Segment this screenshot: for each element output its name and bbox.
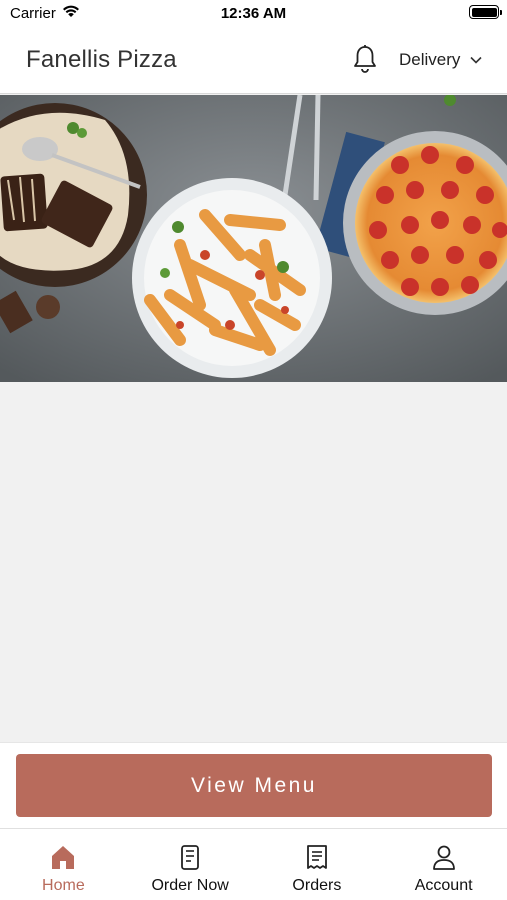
tab-order-now[interactable]: Order Now bbox=[127, 829, 254, 900]
delivery-selector[interactable]: Delivery bbox=[399, 50, 482, 70]
page-title: Fanellis Pizza bbox=[26, 46, 177, 73]
tab-home[interactable]: Home bbox=[0, 829, 127, 900]
bell-icon[interactable] bbox=[352, 44, 378, 74]
food-banner-image bbox=[0, 95, 507, 382]
cta-bar: View Menu bbox=[0, 742, 507, 828]
order-icon bbox=[181, 845, 200, 870]
tab-label-home: Home bbox=[42, 877, 85, 894]
tab-label-order-now: Order Now bbox=[151, 877, 229, 894]
tab-label-account: Account bbox=[414, 877, 473, 894]
app-screen: Carrier 12:36 AM Fanellis Pizza Delivery bbox=[0, 0, 507, 900]
tab-orders[interactable]: Orders bbox=[254, 829, 381, 900]
home-icon bbox=[52, 846, 75, 869]
battery-icon bbox=[469, 5, 502, 19]
receipt-icon bbox=[306, 845, 327, 869]
tab-label-orders: Orders bbox=[292, 877, 342, 894]
status-bar: Carrier 12:36 AM bbox=[0, 0, 507, 26]
hero-banner bbox=[0, 95, 507, 382]
view-menu-button[interactable]: View Menu bbox=[16, 754, 492, 817]
tab-bar: Home Order Now Orders Account bbox=[0, 828, 507, 900]
chevron-down-icon bbox=[470, 56, 482, 64]
person-icon bbox=[432, 845, 455, 870]
app-header: Fanellis Pizza Delivery bbox=[0, 26, 507, 94]
tab-account[interactable]: Account bbox=[380, 829, 507, 900]
delivery-label: Delivery bbox=[399, 50, 461, 69]
clock: 12:36 AM bbox=[220, 5, 287, 22]
